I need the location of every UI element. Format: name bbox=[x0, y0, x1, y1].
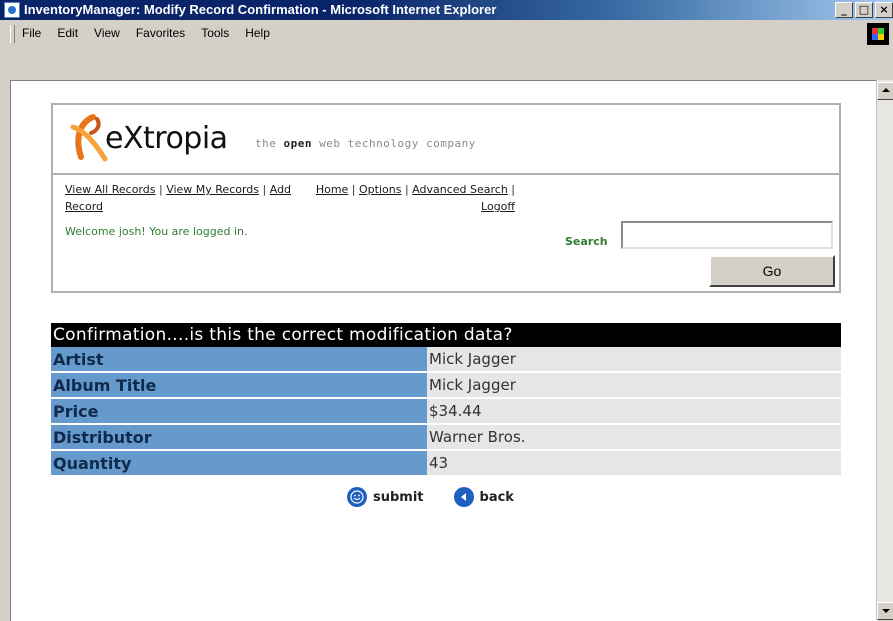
go-button[interactable]: Go bbox=[709, 255, 835, 287]
scroll-down-icon[interactable] bbox=[877, 602, 893, 620]
confirmation-heading: Confirmation....is this the correct modi… bbox=[51, 323, 841, 347]
table-row: Price $34.44 bbox=[51, 398, 841, 425]
logo-wordmark: eXtropia bbox=[105, 121, 228, 156]
menu-view[interactable]: View bbox=[94, 26, 120, 40]
search-label: Search bbox=[565, 235, 608, 248]
window-title: InventoryManager: Modify Record Confirma… bbox=[24, 2, 497, 17]
table-row: Distributor Warner Bros. bbox=[51, 424, 841, 451]
table-row: Album Title Mick Jagger bbox=[51, 372, 841, 399]
toolbar-area bbox=[0, 48, 893, 80]
window-title-bar: InventoryManager: Modify Record Confirma… bbox=[0, 0, 893, 20]
left-arrow-icon bbox=[453, 487, 474, 507]
scroll-up-icon[interactable] bbox=[877, 82, 893, 100]
field-value: Mick Jagger bbox=[427, 347, 841, 373]
advanced-search-link[interactable]: Advanced Search bbox=[412, 183, 508, 196]
windows-logo-icon bbox=[867, 23, 889, 45]
field-label: Artist bbox=[51, 347, 427, 373]
smiley-icon bbox=[347, 487, 367, 507]
menu-help[interactable]: Help bbox=[245, 26, 270, 40]
extropia-logo-icon bbox=[70, 114, 108, 162]
view-my-records-link[interactable]: View My Records bbox=[166, 183, 259, 196]
menu-items: File Edit View Favorites Tools Help bbox=[22, 26, 270, 40]
browser-viewport: eXtropia the open web technology company… bbox=[10, 80, 877, 621]
minimize-button[interactable]: _ bbox=[835, 2, 853, 18]
menu-bar: File Edit View Favorites Tools Help bbox=[0, 20, 893, 49]
site-header: eXtropia the open web technology company… bbox=[51, 103, 841, 293]
home-link[interactable]: Home bbox=[316, 183, 348, 196]
menu-file[interactable]: File bbox=[22, 26, 41, 40]
nav-site: Home | Options | Advanced Search | Logof… bbox=[315, 183, 515, 213]
field-label: Price bbox=[51, 398, 427, 425]
submit-button[interactable]: submit bbox=[347, 487, 424, 507]
table-row: Artist Mick Jagger bbox=[51, 347, 841, 373]
search-input[interactable] bbox=[621, 221, 833, 249]
field-value: Mick Jagger bbox=[427, 372, 841, 399]
view-all-records-link[interactable]: View All Records bbox=[65, 183, 155, 196]
field-label: Quantity bbox=[51, 450, 427, 477]
nav-records: View All Records | View My Records | Add… bbox=[65, 183, 292, 213]
back-label: back bbox=[479, 489, 514, 505]
back-button[interactable]: back bbox=[453, 487, 514, 507]
menu-edit[interactable]: Edit bbox=[57, 26, 78, 40]
logoff-link[interactable]: Logoff bbox=[481, 200, 515, 213]
toolbar-grip[interactable] bbox=[10, 25, 15, 43]
logo-banner: eXtropia the open web technology company bbox=[53, 105, 839, 175]
action-buttons: submit back bbox=[347, 487, 514, 507]
ie-page-icon bbox=[4, 2, 20, 18]
close-button[interactable]: × bbox=[875, 2, 893, 18]
menu-favorites[interactable]: Favorites bbox=[136, 26, 185, 40]
field-value: Warner Bros. bbox=[427, 424, 841, 451]
vertical-scrollbar[interactable] bbox=[876, 80, 893, 620]
submit-label: submit bbox=[373, 489, 424, 505]
options-link[interactable]: Options bbox=[359, 183, 401, 196]
table-row: Quantity 43 bbox=[51, 450, 841, 477]
field-label: Album Title bbox=[51, 372, 427, 399]
confirmation-table: Confirmation....is this the correct modi… bbox=[51, 323, 841, 477]
field-value: $34.44 bbox=[427, 398, 841, 425]
welcome-message: Welcome josh! You are logged in. bbox=[65, 225, 248, 238]
field-value: 43 bbox=[427, 450, 841, 477]
menu-tools[interactable]: Tools bbox=[201, 26, 229, 40]
maximize-button[interactable]: □ bbox=[855, 2, 873, 18]
field-label: Distributor bbox=[51, 424, 427, 451]
logo-tagline: the open web technology company bbox=[255, 137, 476, 150]
window-controls: _ □ × bbox=[835, 2, 893, 18]
